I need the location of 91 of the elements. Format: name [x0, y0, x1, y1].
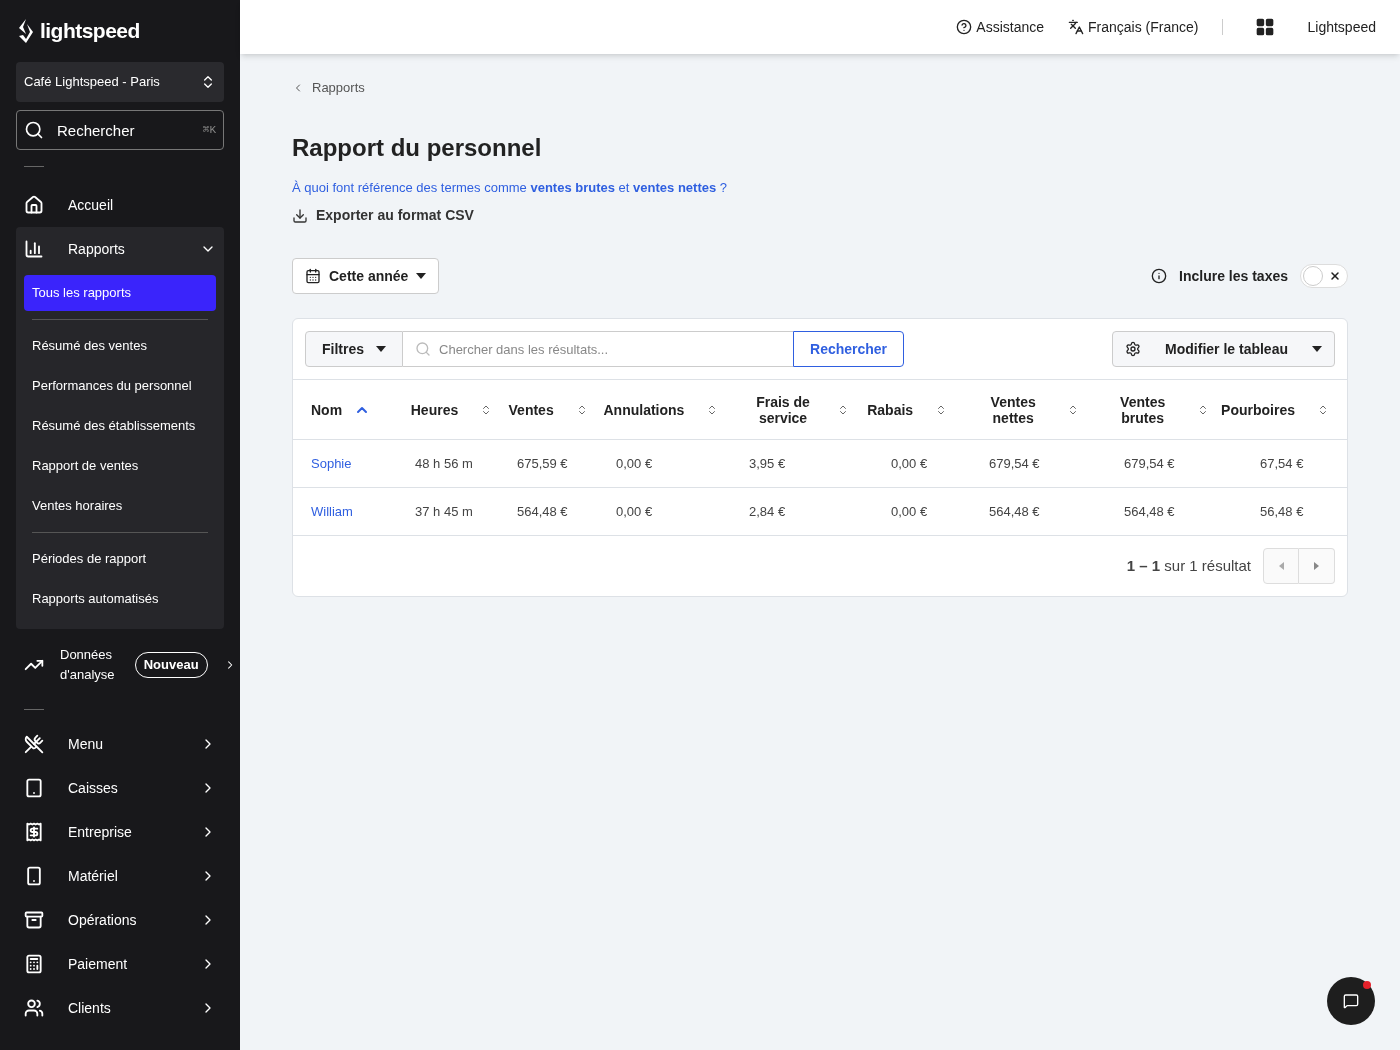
- table-cell: 564,48 €: [1124, 503, 1175, 519]
- column-header[interactable]: Pourboires: [1221, 401, 1295, 418]
- phone-icon: [24, 866, 44, 886]
- bar-chart-icon: [24, 239, 44, 259]
- page-title: Rapport du personnel: [292, 132, 543, 163]
- search-icon: [415, 341, 431, 357]
- results-search-field[interactable]: Chercher dans les résultats...: [403, 331, 793, 367]
- help-link[interactable]: Assistance: [956, 16, 1044, 38]
- table-cell: 679,54 €: [1124, 455, 1175, 471]
- nav-subitem[interactable]: Résumé des établissements: [24, 408, 216, 444]
- caret-icon: [416, 273, 427, 279]
- receipt-icon: [24, 822, 44, 842]
- caret-right-icon: [1314, 562, 1319, 570]
- close-icon: [1329, 270, 1341, 282]
- account-link[interactable]: Lightspeed: [1307, 16, 1376, 38]
- help-link[interactable]: À quoi font référence des termes comme ventes brutes et ventes nettes ?: [292, 177, 727, 197]
- nav-item[interactable]: Entreprise: [16, 810, 224, 854]
- chat-icon: [1343, 993, 1359, 1009]
- tablet-icon: [24, 778, 44, 798]
- table-cell: 564,48 €: [989, 503, 1040, 519]
- table-cell: 0,00 €: [891, 455, 928, 471]
- sort-icon[interactable]: [1317, 403, 1329, 416]
- table-cell: 56,48 €: [1260, 503, 1304, 519]
- nav-subitem[interactable]: Ventes horaires: [24, 488, 216, 524]
- apps-grid-icon[interactable]: [1255, 17, 1276, 37]
- settings-icon: [1125, 341, 1142, 357]
- breadcrumb-link[interactable]: Rapports: [292, 78, 1348, 98]
- nav-subitem[interactable]: Rapports automatisés: [24, 581, 216, 617]
- nav-item[interactable]: Menu: [16, 722, 224, 766]
- logo-text: lightspeed: [40, 18, 140, 45]
- table-cell: 0,00 €: [616, 455, 653, 471]
- home-icon: [24, 195, 44, 215]
- table-cell: 0,00 €: [891, 503, 928, 519]
- caret-left-icon: [1278, 562, 1284, 570]
- nav-subitem[interactable]: Résumé des ventes: [24, 328, 216, 364]
- nav-item[interactable]: Accueil: [16, 183, 224, 227]
- column-header[interactable]: Heures: [410, 401, 459, 418]
- nav-item[interactable]: Matériel: [16, 854, 224, 898]
- column-header[interactable]: Ventes nettes: [981, 393, 1046, 426]
- logo-icon: [16, 18, 36, 44]
- column-header[interactable]: Ventes: [508, 401, 554, 418]
- utensils-icon: [24, 734, 44, 754]
- download-icon: [292, 207, 308, 224]
- pagination-summary: 1 – 1 sur 1 résultat: [1126, 555, 1251, 576]
- table-cell: 37 h 45 m: [415, 503, 473, 519]
- chat-button[interactable]: [1327, 977, 1375, 1025]
- column-header[interactable]: Annulations: [603, 401, 685, 418]
- caret-icon: [376, 346, 386, 352]
- staff-name-link[interactable]: William: [311, 503, 353, 519]
- table-cell: 0,00 €: [616, 503, 653, 519]
- column-header[interactable]: Nom: [311, 401, 343, 418]
- table-cell: 48 h 56 m: [415, 455, 473, 471]
- column-header[interactable]: Rabais: [867, 401, 914, 418]
- nav-subitem[interactable]: Tous les rapports: [24, 275, 216, 311]
- language-icon: [1068, 19, 1084, 35]
- nav-subitem[interactable]: Périodes de rapport: [24, 541, 216, 577]
- taxes-toggle[interactable]: [1300, 264, 1348, 288]
- info-icon: [1151, 268, 1168, 284]
- table-cell: 679,54 €: [989, 455, 1040, 471]
- period-dropdown[interactable]: Cette année: [292, 258, 440, 294]
- table-cell: 675,59 €: [517, 455, 568, 471]
- location-selector[interactable]: Café Lightspeed - Paris: [16, 62, 224, 102]
- export-link[interactable]: Exporter au format CSV: [292, 205, 474, 226]
- staff-name-link[interactable]: Sophie: [311, 455, 352, 471]
- edit-table-dropdown[interactable]: Modifier le tableau: [1112, 331, 1335, 367]
- nav-item[interactable]: Données d'analyse Nouveau: [0, 633, 240, 697]
- table-cell: 2,84 €: [749, 503, 786, 519]
- shortcut-hint: ⌘K: [202, 123, 216, 138]
- column-header[interactable]: Frais de service: [751, 393, 816, 426]
- table-cell: 67,54 €: [1260, 455, 1304, 471]
- people-icon: [24, 998, 44, 1018]
- search-button[interactable]: Rechercher: [793, 331, 905, 367]
- table-cell: 3,95 €: [749, 455, 786, 471]
- calculator-icon: [24, 954, 44, 974]
- archive-box-icon: [24, 910, 44, 930]
- language-link[interactable]: Français (France): [1068, 16, 1199, 38]
- nav-item[interactable]: Caisses: [16, 766, 224, 810]
- nav-item[interactable]: Clients: [16, 986, 224, 1030]
- nav-item[interactable]: Opérations: [16, 898, 224, 942]
- help-icon: [956, 19, 973, 35]
- nav-subitem[interactable]: Rapport de ventes: [24, 448, 216, 484]
- calendar-icon: [305, 268, 321, 284]
- taxes-label: Inclure les taxes: [1179, 266, 1288, 286]
- nav-subitem[interactable]: Performances du personnel: [24, 368, 216, 404]
- nav-item[interactable]: Rapports: [16, 227, 224, 271]
- table-cell: 564,48 €: [517, 503, 568, 519]
- filters-dropdown[interactable]: Filtres: [305, 331, 403, 367]
- caret-icon: [1312, 346, 1322, 352]
- search-icon: [24, 120, 44, 140]
- column-header[interactable]: Ventes brutes: [1110, 393, 1175, 426]
- nav-item[interactable]: Paiement: [16, 942, 224, 986]
